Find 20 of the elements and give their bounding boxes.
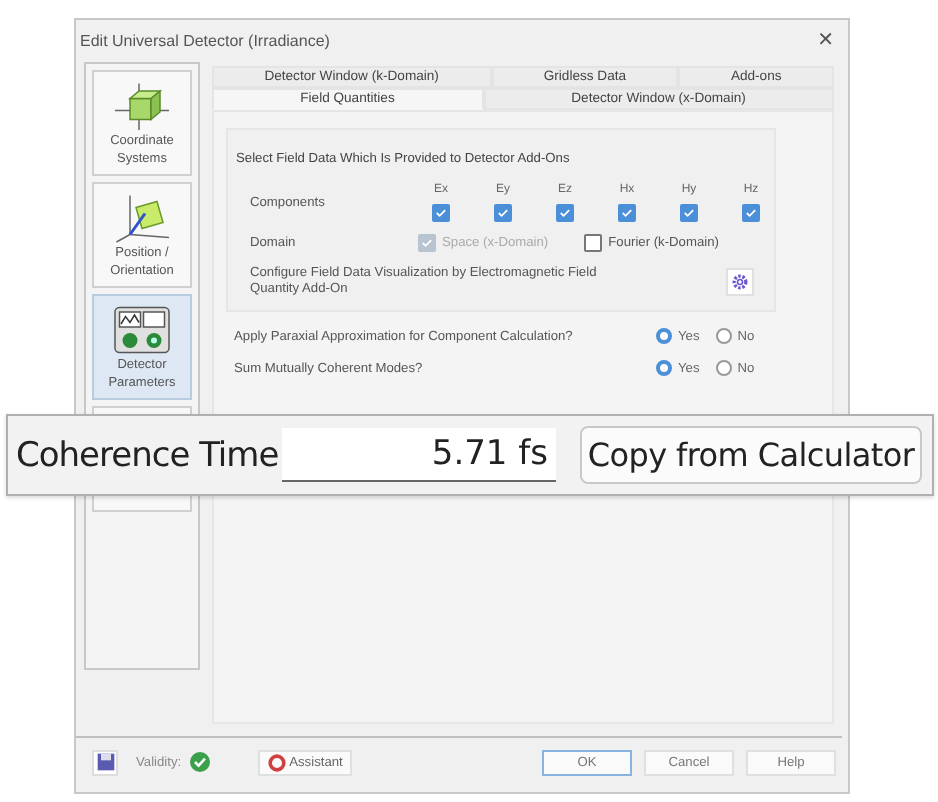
checkbox[interactable] [432,204,450,222]
field-label: Coherence Time [16,435,281,475]
input-field[interactable]: 5.71 fs [282,428,556,482]
window-title: Edit Universal Detector (Irradiance) [80,31,330,49]
save-button[interactable] [92,749,118,775]
settings-icon [730,272,750,292]
save-icon [95,752,115,772]
settings-button[interactable] [726,268,754,296]
copy-button[interactable]: Copy from Calculator [580,426,922,484]
lifebuoy-icon [267,753,286,771]
axes-plane-icon [112,192,172,244]
checkbox[interactable] [556,204,574,222]
cube-axes-icon [112,80,172,132]
checkbox[interactable] [494,204,512,222]
checkbox[interactable] [742,204,760,222]
checkbox[interactable] [584,234,603,252]
detector-device-icon [112,304,172,356]
close-button[interactable]: ✕ [811,29,840,51]
checkbox[interactable] [680,204,698,222]
checkbox[interactable] [618,204,636,222]
